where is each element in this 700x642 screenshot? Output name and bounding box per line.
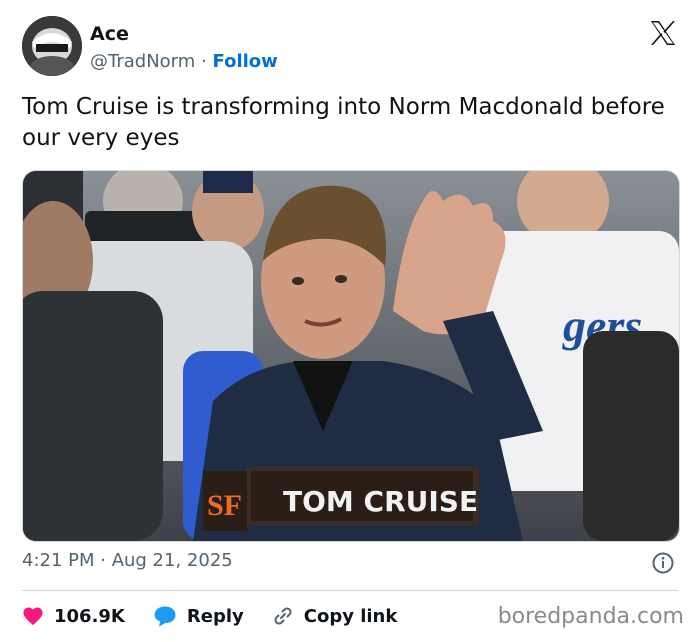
info-icon[interactable] — [652, 552, 674, 574]
x-logo-icon[interactable] — [648, 18, 678, 48]
handle[interactable]: @TradNorm — [90, 51, 195, 72]
copy-link-label: Copy link — [303, 605, 398, 627]
separator: · — [201, 51, 207, 72]
reply-bubble-icon — [154, 606, 176, 627]
avatar[interactable] — [22, 16, 82, 76]
tweet-text: Tom Cruise is transforming into Norm Mac… — [22, 94, 665, 151]
author-info: Ace @TradNorm · Follow — [90, 22, 278, 74]
tweet-media-photo[interactable]: gers TOM CRUISE SF — [22, 170, 680, 542]
link-icon — [274, 607, 292, 625]
team-logo: SF — [207, 489, 242, 522]
watermark: boredpanda.com — [497, 604, 684, 629]
reply-label: Reply — [186, 605, 244, 627]
like-button[interactable]: 106.9K — [22, 606, 125, 627]
tweet-header: Ace @TradNorm · Follow — [22, 16, 682, 78]
tweet-timestamp[interactable]: 4:21 PM · Aug 21, 2025 — [22, 550, 233, 571]
heart-icon — [23, 607, 43, 626]
handle-row: @TradNorm · Follow — [90, 50, 278, 74]
follow-button[interactable]: Follow — [213, 51, 278, 72]
copy-link-button[interactable]: Copy link — [272, 605, 398, 627]
divider — [22, 590, 678, 591]
nameplate-text: TOM CRUISE — [283, 485, 478, 518]
likes-count: 106.9K — [54, 605, 125, 627]
display-name[interactable]: Ace — [90, 22, 278, 46]
reply-button[interactable]: Reply — [153, 605, 244, 627]
tweet-actions: 106.9K Reply Copy link — [22, 600, 425, 632]
